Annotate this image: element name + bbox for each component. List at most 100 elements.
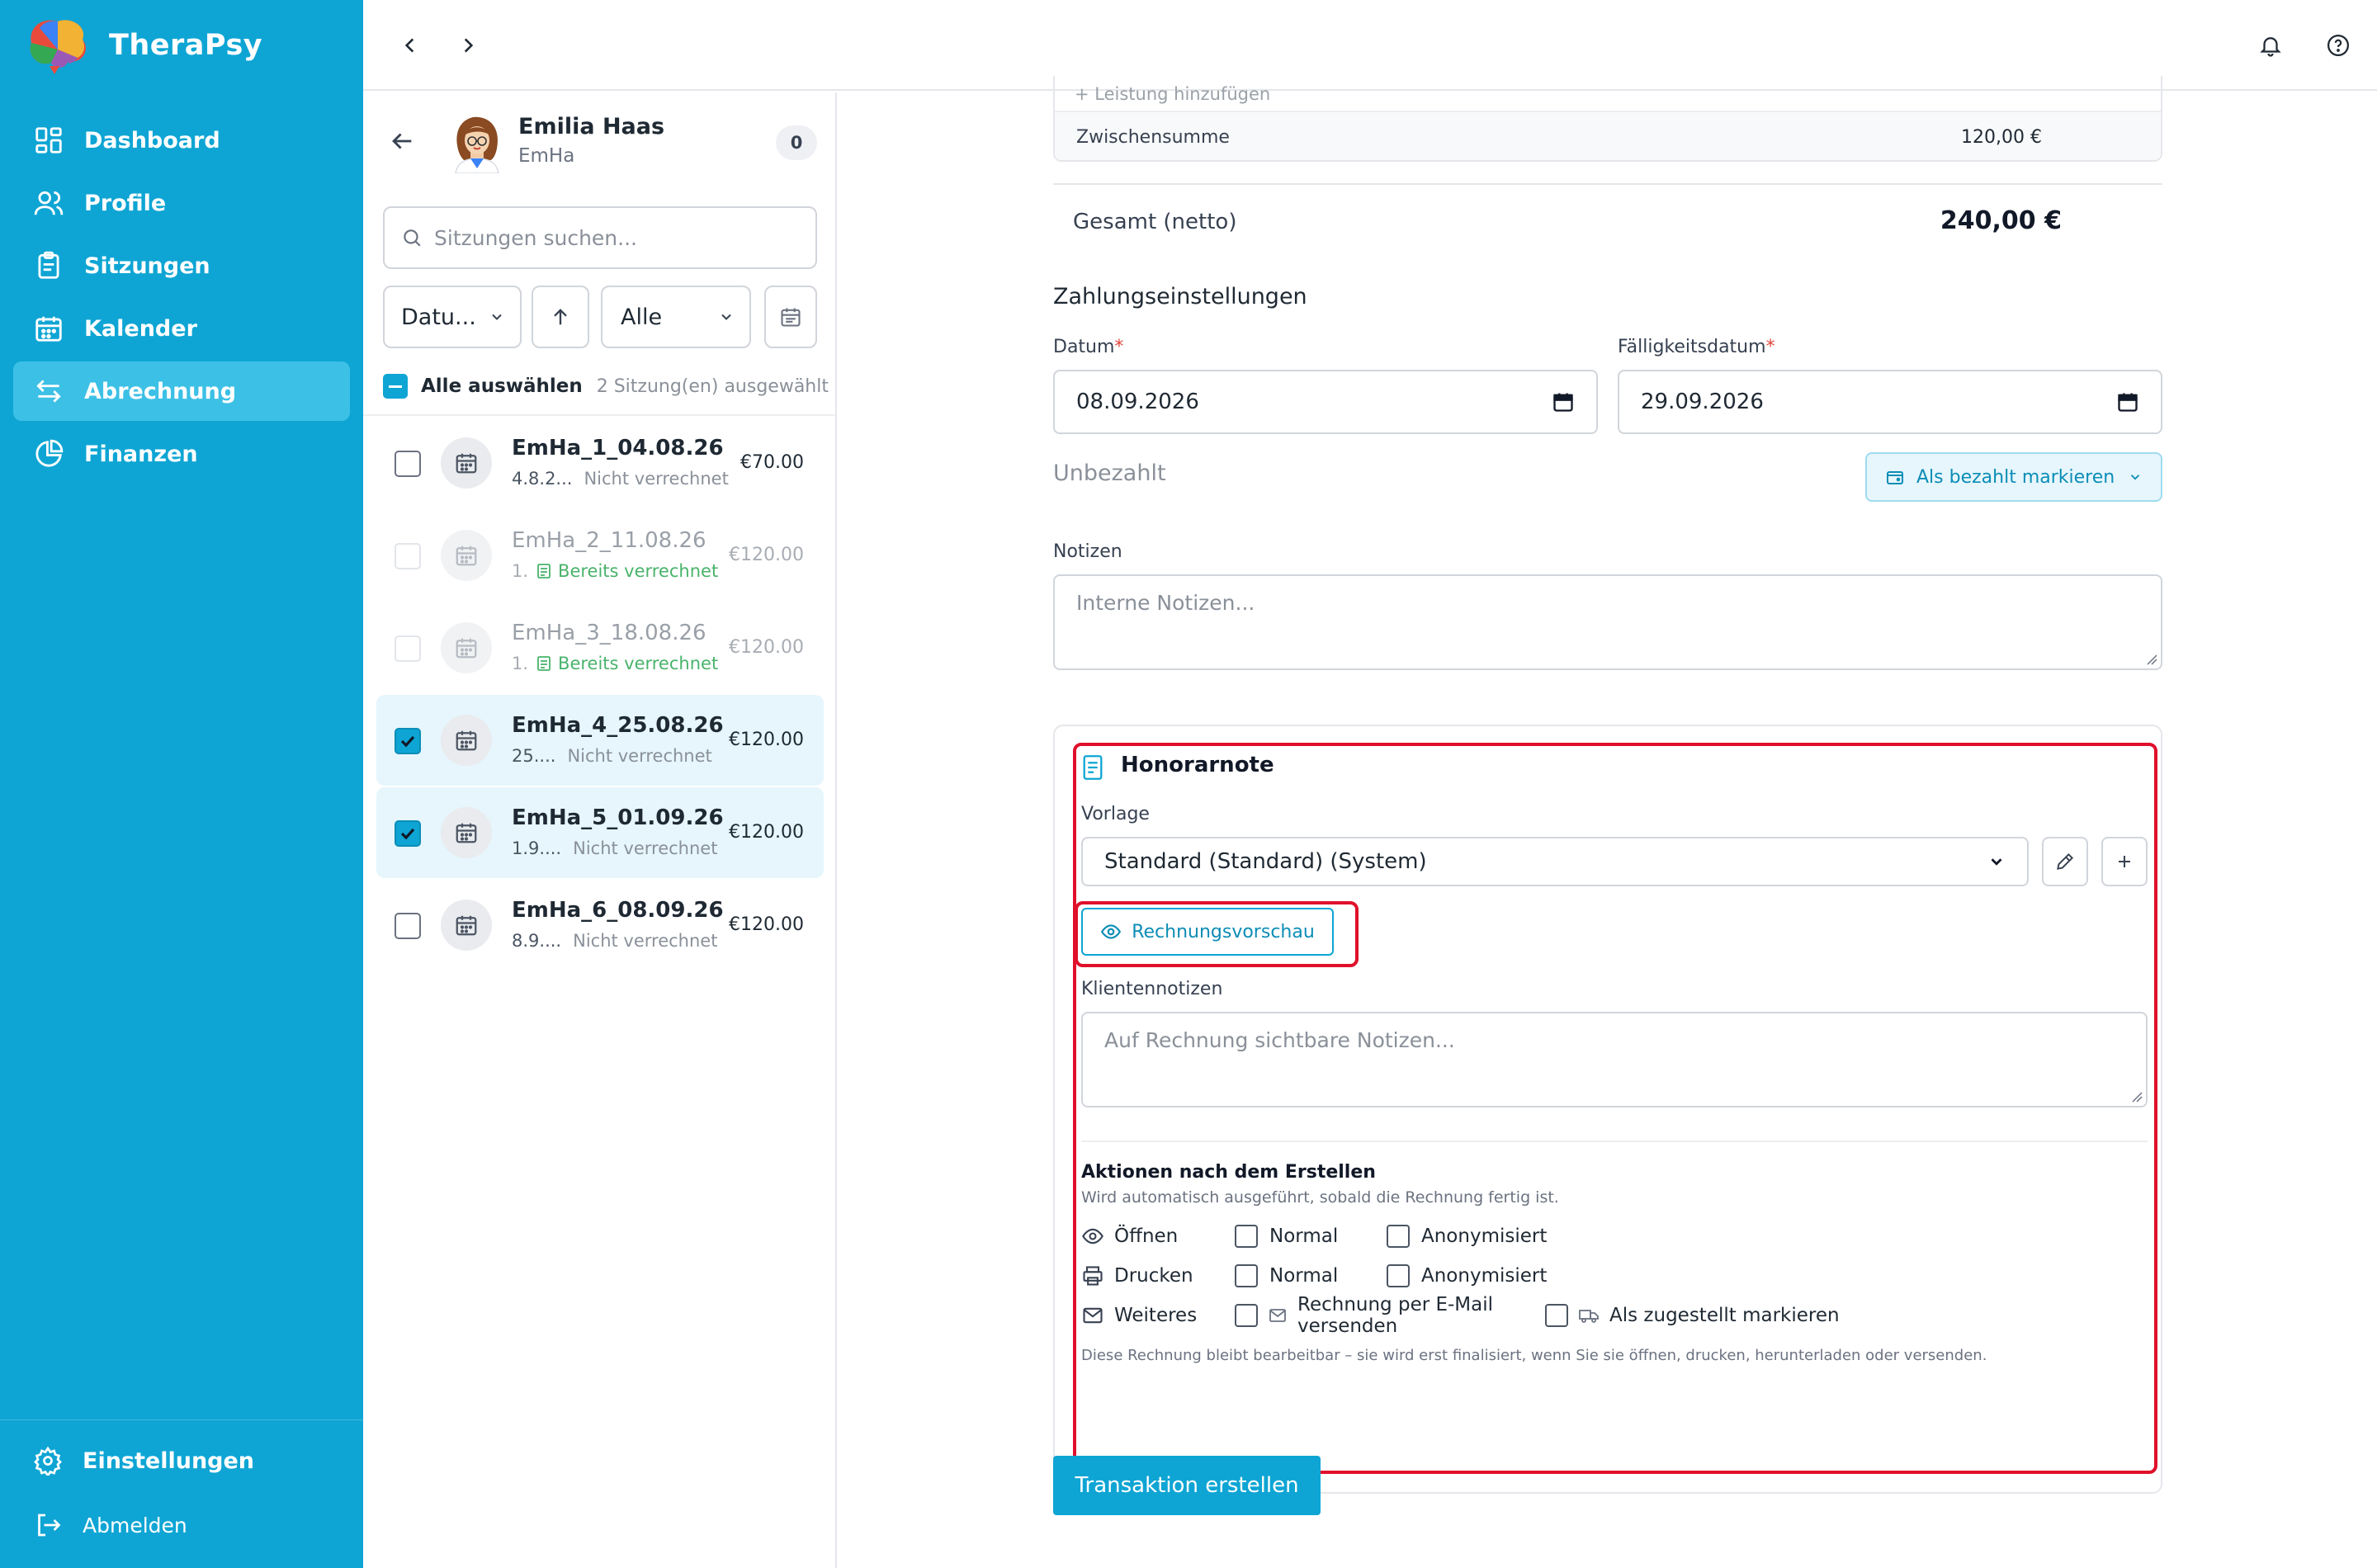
create-transaction-button[interactable]: Transaktion erstellen (1053, 1456, 1321, 1515)
add-service-label: Leistung hinzufügen (1094, 84, 1271, 104)
calendar-icon (781, 308, 801, 327)
logout-label: Abmelden (83, 1513, 187, 1537)
summary-card: + Leistung hinzufügen Zwischensumme 120,… (1053, 76, 2162, 162)
sidebar-item-profile[interactable]: Profile (13, 173, 350, 233)
session-status: Nicht verrechnet (567, 746, 712, 766)
calendar-icon (456, 638, 477, 659)
date-filter-button[interactable] (764, 286, 817, 348)
back-button[interactable] (388, 127, 416, 155)
session-price: €120.00 (729, 914, 804, 935)
check-icon (400, 828, 415, 840)
check-icon (400, 735, 415, 748)
sidebar-item-dashboard[interactable]: Dashboard (13, 111, 350, 170)
sidebar-item-label: Kalender (84, 315, 197, 342)
client-short: EmHa (518, 145, 575, 167)
chevron-left-icon (404, 38, 414, 53)
arrow-up-icon (554, 309, 567, 325)
session-meta: 25.... Nicht verrechnet (512, 746, 712, 766)
search-input[interactable] (434, 225, 797, 250)
mark-paid-button[interactable]: Als bezahlt markieren (1865, 452, 2162, 502)
chevron-down-icon (492, 314, 502, 320)
calendar-icon[interactable] (2116, 390, 2139, 413)
due-date-input[interactable]: 29.09.2026 (1618, 370, 2162, 434)
session-price: €120.00 (729, 730, 804, 750)
nav-back-button[interactable] (393, 28, 428, 63)
highlight-preview-button (1075, 901, 1359, 967)
session-status: Nicht verrechnet (573, 931, 718, 951)
subtotal-label: Zwischensumme (1076, 127, 1230, 148)
resize-handle-icon[interactable] (2144, 652, 2157, 665)
session-row[interactable]: EmHa_6_08.09.26 8.9.... Nicht verrechnet €1… (376, 880, 824, 971)
internal-notes-input[interactable] (1055, 576, 2161, 668)
subtotal-row: Zwischensumme 120,00 € (1055, 111, 2161, 160)
app-logo[interactable]: TheraPsy (25, 17, 262, 74)
list-divider (363, 414, 835, 416)
session-row[interactable]: EmHa_5_01.09.26 1.9.... Nicht verrechnet €1… (376, 787, 824, 878)
search-icon (404, 229, 421, 247)
session-date: 8.9.... (512, 931, 562, 951)
help-button[interactable] (2321, 28, 2356, 63)
nav-forward-button[interactable] (451, 28, 485, 63)
session-checkbox[interactable] (395, 451, 421, 477)
create-transaction-label: Transaktion erstellen (1075, 1473, 1299, 1498)
bell-icon (2260, 37, 2281, 57)
session-meta: 8.9.... Nicht verrechnet (512, 931, 717, 951)
session-checkbox[interactable] (395, 728, 421, 754)
client-header: Emilia Haas EmHa 0 (363, 92, 837, 191)
sidebar-item-kalender[interactable]: Kalender (13, 299, 350, 358)
plus-icon: + (1075, 84, 1095, 104)
internal-notes (1053, 574, 2162, 670)
session-title: EmHa_6_08.09.26 (512, 898, 724, 923)
session-row[interactable]: EmHa_1_04.08.26 4.8.2... Nicht verrechnet €… (376, 418, 824, 508)
session-price: €70.00 (740, 452, 804, 473)
session-list-panel: Emilia Haas EmHa 0 Datu... Alle Alle aus… (363, 92, 837, 1568)
sidebar-item-label: Finanzen (84, 441, 198, 467)
select-all-checkbox[interactable] (383, 374, 408, 399)
session-status: Nicht verrechnet (573, 838, 718, 858)
summary-divider (1053, 183, 2162, 185)
sidebar-item-einstellungen[interactable]: Einstellungen (33, 1446, 254, 1476)
session-checkbox[interactable] (395, 913, 421, 939)
add-service-link[interactable]: + Leistung hinzufügen (1075, 84, 1270, 104)
logout-icon (38, 1514, 61, 1537)
calendar-icon[interactable] (1552, 390, 1575, 413)
session-price: €120.00 (729, 637, 804, 658)
session-checkbox[interactable] (395, 820, 421, 847)
notifications-button[interactable] (2253, 28, 2288, 63)
dashboard-icon (35, 127, 62, 153)
brain-logo-icon (30, 20, 86, 74)
users-icon (34, 191, 64, 215)
status-filter-value: Alle (621, 304, 663, 330)
mark-paid-label: Als bezahlt markieren (1916, 466, 2115, 488)
exchange-icon (36, 380, 61, 403)
sidebar-item-sitzungen[interactable]: Sitzungen (13, 236, 350, 295)
session-calendar-icon (441, 807, 492, 858)
select-all-row: Alle auswählen 2 Sitzung(en) ausgewählt (383, 370, 829, 403)
session-calendar-icon (441, 437, 492, 489)
app-name: TheraPsy (109, 29, 263, 62)
date-input[interactable]: 08.09.2026 (1053, 370, 1598, 434)
session-date: 4.8.2... (512, 469, 573, 489)
session-title: EmHa_1_04.08.26 (512, 436, 724, 460)
calendar-icon (456, 453, 477, 474)
status-filter-select[interactable]: Alle (601, 286, 751, 348)
session-date: 1.9.... (512, 838, 562, 858)
session-meta: 1.9.... Nicht verrechnet (512, 838, 717, 858)
session-meta: 4.8.2... Nicht verrechnet (512, 469, 729, 489)
calendar-icon (456, 730, 477, 751)
chevron-right-icon (464, 38, 474, 53)
session-title: EmHa_5_01.09.26 (512, 805, 724, 830)
sidebar-item-finanzen[interactable]: Finanzen (13, 424, 350, 484)
notes-label: Notizen (1053, 541, 1122, 562)
sidebar-item-abmelden[interactable]: Abmelden (33, 1510, 187, 1540)
session-search (383, 206, 817, 269)
receipt-icon (537, 564, 551, 579)
sort-direction-button[interactable] (532, 286, 589, 348)
help-icon (2327, 35, 2349, 56)
session-title: EmHa_3_18.08.26 (512, 621, 706, 645)
sort-field-select[interactable]: Datu... (383, 286, 522, 348)
sidebar-item-abrechnung[interactable]: Abrechnung (13, 361, 350, 421)
calendar-icon (456, 823, 477, 843)
session-row[interactable]: EmHa_4_25.08.26 25.... Nicht verrechnet €12… (376, 695, 824, 786)
session-date: 25.... (512, 746, 556, 766)
